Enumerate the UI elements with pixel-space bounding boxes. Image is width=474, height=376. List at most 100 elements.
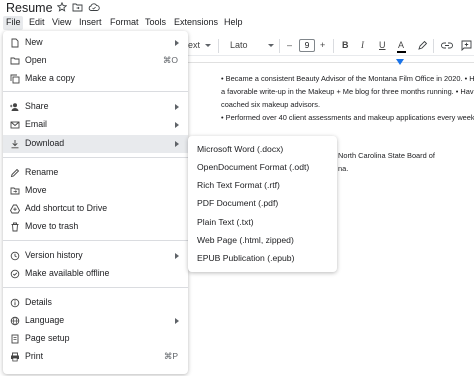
toolbar-divider	[279, 39, 280, 53]
title-bar: Resume	[0, 0, 474, 16]
toolbar-divider	[433, 39, 434, 53]
menu-edit[interactable]: Edit	[29, 17, 45, 27]
menu-item-make-a-copy[interactable]: Make a copy	[3, 70, 188, 88]
menu-item-label: Open	[25, 55, 47, 65]
formatting-toolbar: ext Lato – 9 + B I U A	[188, 36, 474, 56]
menu-divider	[3, 91, 188, 92]
ruler-line	[188, 62, 474, 63]
menu-item-share[interactable]: Share	[3, 98, 188, 116]
menu-item-label: Page setup	[25, 333, 70, 343]
offline-icon	[10, 269, 20, 279]
menu-item-new[interactable]: New	[3, 34, 188, 52]
submenu-arrow-icon	[175, 40, 179, 46]
move-folder-icon	[10, 187, 20, 195]
menu-insert[interactable]: Insert	[79, 17, 102, 27]
menu-tools[interactable]: Tools	[145, 17, 166, 27]
body-line: • Became a consistent Beauty Advisor of …	[221, 74, 474, 83]
body-line: • Performed over 40 client assessments a…	[221, 113, 474, 122]
menu-item-email[interactable]: Email	[3, 116, 188, 134]
history-icon	[10, 251, 20, 261]
file-menu: New Open ⌘O Make a copy Share Email Down…	[3, 31, 188, 374]
submenu-arrow-icon	[175, 253, 179, 259]
menu-divider	[3, 240, 188, 241]
menu-item-label: Download	[25, 138, 65, 148]
menu-item-move[interactable]: Move	[3, 182, 188, 200]
copy-icon	[10, 74, 20, 84]
menu-item-label: Add shortcut to Drive	[25, 203, 108, 213]
menu-item-page-setup[interactable]: Page setup	[3, 330, 188, 348]
download-option-odt[interactable]: OpenDocument Format (.odt)	[197, 162, 309, 172]
menu-item-version-history[interactable]: Version history	[3, 247, 188, 265]
download-option-pdf[interactable]: PDF Document (.pdf)	[197, 198, 278, 208]
underline-button[interactable]: U	[379, 40, 386, 50]
menu-item-move-to-trash[interactable]: Move to trash	[3, 218, 188, 236]
menu-format[interactable]: Format	[110, 17, 139, 27]
decrease-font-button[interactable]: –	[287, 40, 292, 50]
menu-item-rename[interactable]: Rename	[3, 164, 188, 182]
menu-item-details[interactable]: Details	[3, 294, 188, 312]
menu-divider	[3, 287, 188, 288]
menu-extensions[interactable]: Extensions	[174, 17, 218, 27]
menu-item-label: New	[25, 37, 43, 47]
menu-item-language[interactable]: Language	[3, 312, 188, 330]
globe-icon	[10, 316, 20, 326]
folder-icon	[10, 57, 20, 65]
increase-font-button[interactable]: +	[320, 40, 325, 50]
new-doc-icon	[11, 38, 19, 48]
style-dropdown[interactable]: ext	[188, 40, 200, 50]
menu-item-label: Make available offline	[25, 268, 110, 278]
menu-item-shortcut: ⌘P	[163, 351, 178, 361]
menu-item-label: Rename	[25, 167, 59, 177]
menu-item-add-shortcut[interactable]: Add shortcut to Drive	[3, 200, 188, 218]
menu-item-shortcut: ⌘O	[162, 55, 178, 65]
menu-item-label: Make a copy	[25, 73, 75, 83]
submenu-arrow-icon	[175, 104, 179, 110]
font-dropdown[interactable]: Lato	[230, 40, 248, 50]
submenu-arrow-icon	[175, 318, 179, 324]
document-title[interactable]: Resume	[6, 1, 53, 15]
trash-icon	[11, 222, 19, 232]
menu-item-label: Move	[25, 185, 47, 195]
download-icon	[11, 140, 19, 149]
highlight-pen-icon[interactable]	[417, 40, 428, 51]
toolbar-divider	[333, 39, 334, 53]
menu-bar: File Edit View Insert Format Tools Exten…	[0, 16, 474, 31]
menu-help[interactable]: Help	[224, 17, 243, 27]
body-line: North Carolina State Board of	[338, 151, 435, 160]
download-submenu: Microsoft Word (.docx) OpenDocument Form…	[188, 136, 337, 272]
menu-item-label: Version history	[25, 250, 83, 260]
cloud-status-icon[interactable]	[88, 2, 100, 12]
text-color-button[interactable]: A	[398, 40, 404, 50]
print-icon	[11, 352, 19, 362]
link-icon[interactable]	[441, 40, 453, 51]
italic-button[interactable]: I	[361, 40, 364, 50]
menu-view[interactable]: View	[52, 17, 71, 27]
download-option-rtf[interactable]: Rich Text Format (.rtf)	[197, 180, 280, 190]
star-icon[interactable]	[57, 2, 67, 12]
download-option-docx[interactable]: Microsoft Word (.docx)	[197, 144, 283, 154]
download-option-html[interactable]: Web Page (.html, zipped)	[197, 235, 294, 245]
submenu-arrow-icon	[175, 122, 179, 128]
menu-item-print[interactable]: Print ⌘P	[3, 348, 188, 366]
move-folder-icon[interactable]	[72, 2, 83, 12]
body-line: coached six makeup advisors.	[221, 100, 321, 109]
download-option-txt[interactable]: Plain Text (.txt)	[197, 217, 254, 227]
text-color-swatch	[397, 51, 406, 53]
menu-divider	[3, 157, 188, 158]
add-comment-icon[interactable]	[461, 40, 472, 51]
menu-item-download[interactable]: Download	[3, 135, 188, 153]
ruler	[188, 58, 474, 66]
font-size-input[interactable]: 9	[299, 39, 315, 52]
menu-item-label: Share	[25, 101, 49, 111]
menu-item-make-available-offline[interactable]: Make available offline	[3, 265, 188, 283]
menu-item-label: Language	[25, 315, 65, 325]
indent-marker-icon[interactable]	[396, 58, 404, 66]
bold-button[interactable]: B	[342, 40, 349, 50]
page-setup-icon	[11, 334, 19, 344]
chevron-down-icon	[205, 44, 211, 47]
body-line: a favorable write-up in the Makeup + Me …	[221, 87, 474, 96]
menu-item-open[interactable]: Open ⌘O	[3, 52, 188, 70]
menu-file[interactable]: File	[3, 16, 23, 30]
chevron-down-icon	[268, 44, 274, 47]
download-option-epub[interactable]: EPUB Publication (.epub)	[197, 253, 294, 263]
